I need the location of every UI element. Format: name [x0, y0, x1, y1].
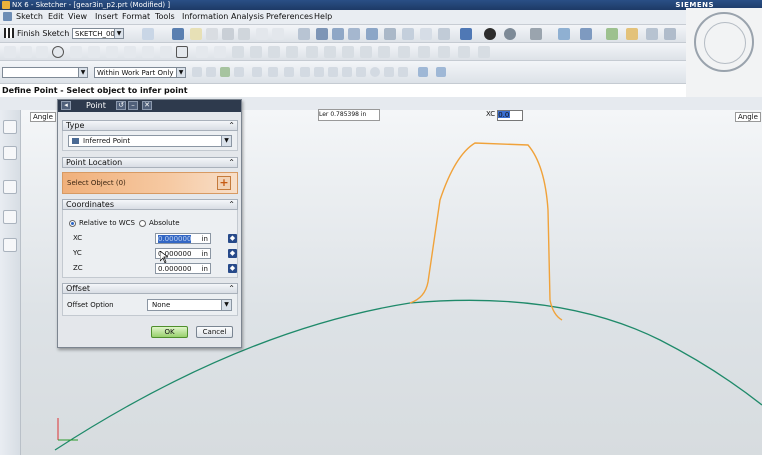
dialog-back-icon[interactable]: ◂: [61, 101, 71, 110]
point-location-header-label: Point Location: [66, 158, 123, 167]
chevron-down-icon: ▼: [221, 136, 231, 146]
select-object-prompt: Select Object (0): [67, 179, 126, 187]
zc-value: 0.000000: [158, 265, 192, 273]
length-value: 0.785398 in: [330, 111, 367, 118]
collapse-chevron-icon: ⌃: [228, 121, 235, 130]
dialog-title: Point: [86, 101, 106, 110]
radio-selected-icon: [69, 219, 76, 227]
close-icon[interactable]: ✕: [142, 101, 152, 110]
cancel-button[interactable]: Cancel: [196, 326, 233, 338]
point-type-select[interactable]: Inferred Point ▼: [68, 135, 232, 147]
relative-to-wcs-radio[interactable]: Relative to WCS: [69, 218, 135, 228]
ok-button[interactable]: OK: [151, 326, 188, 338]
collapse-icon[interactable]: –: [128, 101, 138, 110]
yc-options-icon[interactable]: ◆: [228, 249, 237, 258]
type-header-label: Type: [66, 121, 85, 130]
select-object-row[interactable]: Select Object (0) +: [62, 172, 238, 194]
inferred-point-icon: [72, 138, 79, 144]
yc-unit: in: [201, 250, 208, 258]
point-dialog-plus-icon[interactable]: +: [217, 176, 231, 190]
yc-label: YC: [73, 249, 82, 257]
point-dialog: ◂ Point ↺ – ✕ Type ⌃ Inferred Point ▼ Poi…: [57, 99, 242, 348]
offset-section-body: Offset Option None ▼: [62, 294, 238, 316]
radio-unselected-icon: [139, 219, 146, 227]
point-location-section-header[interactable]: Point Location ⌃: [62, 157, 238, 168]
offset-section-header[interactable]: Offset ⌃: [62, 283, 238, 294]
offset-option-value: None: [152, 301, 171, 309]
coordinates-section-body: Relative to WCS Absolute XC 0.000000 in ◆…: [62, 210, 238, 278]
length-readout[interactable]: Ler 0.785398 in: [318, 109, 380, 121]
length-label: Ler: [319, 111, 329, 118]
xc-label: XC: [73, 234, 83, 242]
dialog-header[interactable]: ◂ Point ↺ – ✕: [58, 100, 241, 112]
zc-input[interactable]: 0.000000 in: [155, 263, 211, 274]
xc-readout-label: XC: [486, 110, 496, 118]
xc-unit: in: [201, 235, 208, 243]
xc-readout[interactable]: XC 0.0: [486, 110, 524, 121]
type-section-body: Inferred Point ▼: [62, 131, 238, 151]
xc-readout-field[interactable]: 0.0: [497, 110, 524, 121]
offset-header-label: Offset: [66, 284, 91, 293]
collapse-chevron-icon: ⌃: [228, 200, 235, 209]
type-section-header[interactable]: Type ⌃: [62, 120, 238, 131]
gear-tooth-profile[interactable]: [409, 142, 563, 321]
xc-input[interactable]: 0.000000 in: [155, 233, 211, 244]
coordinates-header-label: Coordinates: [66, 200, 115, 209]
offset-option-label: Offset Option: [67, 301, 114, 309]
xc-readout-value: 0.0: [498, 111, 511, 119]
angle-dimension-right: Angle: [735, 112, 761, 122]
zc-unit: in: [201, 265, 208, 273]
zc-options-icon[interactable]: ◆: [228, 264, 237, 273]
collapse-chevron-icon: ⌃: [228, 158, 235, 167]
angle-dimension-left: Angle: [30, 112, 56, 122]
xc-options-icon[interactable]: ◆: [228, 234, 237, 243]
offset-option-select[interactable]: None ▼: [147, 299, 232, 311]
absolute-radio[interactable]: Absolute: [139, 218, 180, 228]
absolute-label: Absolute: [149, 219, 180, 227]
point-type-value: Inferred Point: [83, 137, 131, 145]
coordinates-section-header[interactable]: Coordinates ⌃: [62, 199, 238, 210]
relative-to-wcs-label: Relative to WCS: [79, 219, 135, 227]
xc-value: 0.000000: [158, 235, 192, 243]
collapse-chevron-icon: ⌃: [228, 284, 235, 293]
reset-icon[interactable]: ↺: [116, 101, 126, 110]
chevron-down-icon: ▼: [221, 300, 231, 310]
mouse-cursor-icon: [160, 251, 168, 263]
zc-label: ZC: [73, 264, 83, 272]
